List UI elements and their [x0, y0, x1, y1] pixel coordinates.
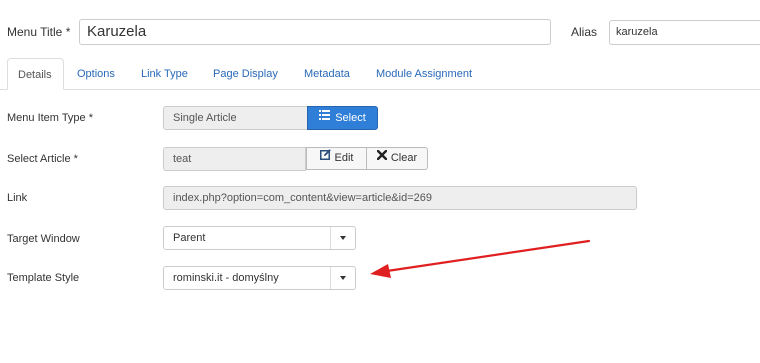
- annotation-arrow: [370, 239, 591, 278]
- menu-item-edit-form: Menu Title * Karuzela Alias karuzela Det…: [0, 0, 760, 363]
